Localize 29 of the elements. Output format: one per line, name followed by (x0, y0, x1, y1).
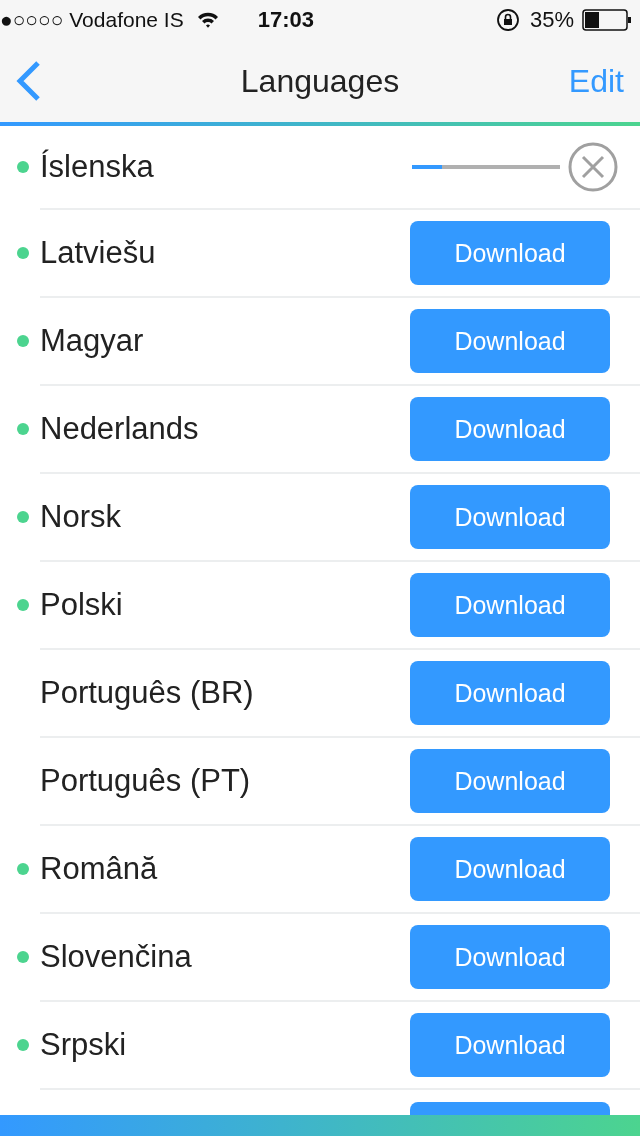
carrier-name: ●○○○○ Vodafone IS (0, 8, 184, 32)
language-name: Português (BR) (40, 675, 255, 711)
status-time: 17:03 (257, 7, 314, 33)
battery-icon (582, 9, 632, 31)
rotation-lock-icon (495, 8, 520, 32)
download-button[interactable]: Download (410, 749, 610, 813)
language-name: Slovenčina (40, 939, 193, 975)
download-button[interactable]: Download (410, 485, 610, 549)
language-name: Nederlands (40, 411, 200, 447)
language-name: Polski (40, 587, 124, 623)
language-name: Română (40, 851, 159, 887)
download-button[interactable]: Download (410, 221, 610, 285)
edit-button[interactable]: Edit (568, 62, 624, 100)
download-button[interactable]: Download (410, 573, 610, 637)
screen-title: Languages (240, 62, 400, 100)
download-button[interactable]: Download (410, 661, 610, 725)
language-name: Magyar (40, 323, 145, 359)
battery-percent: 35% (529, 7, 574, 33)
language-name: Português (PT) (40, 763, 252, 799)
download-button[interactable]: Download (410, 397, 610, 461)
language-name: Latviešu (40, 235, 157, 271)
download-button[interactable]: Download (410, 309, 610, 373)
download-button[interactable]: Download (410, 1013, 610, 1077)
language-name: Srpski (40, 1027, 128, 1063)
language-name: Íslenska (40, 149, 155, 185)
download-button[interactable]: Download (410, 837, 610, 901)
language-name: Norsk (40, 499, 122, 535)
download-button[interactable]: Download (410, 925, 610, 989)
cancel-button[interactable] (568, 142, 618, 192)
